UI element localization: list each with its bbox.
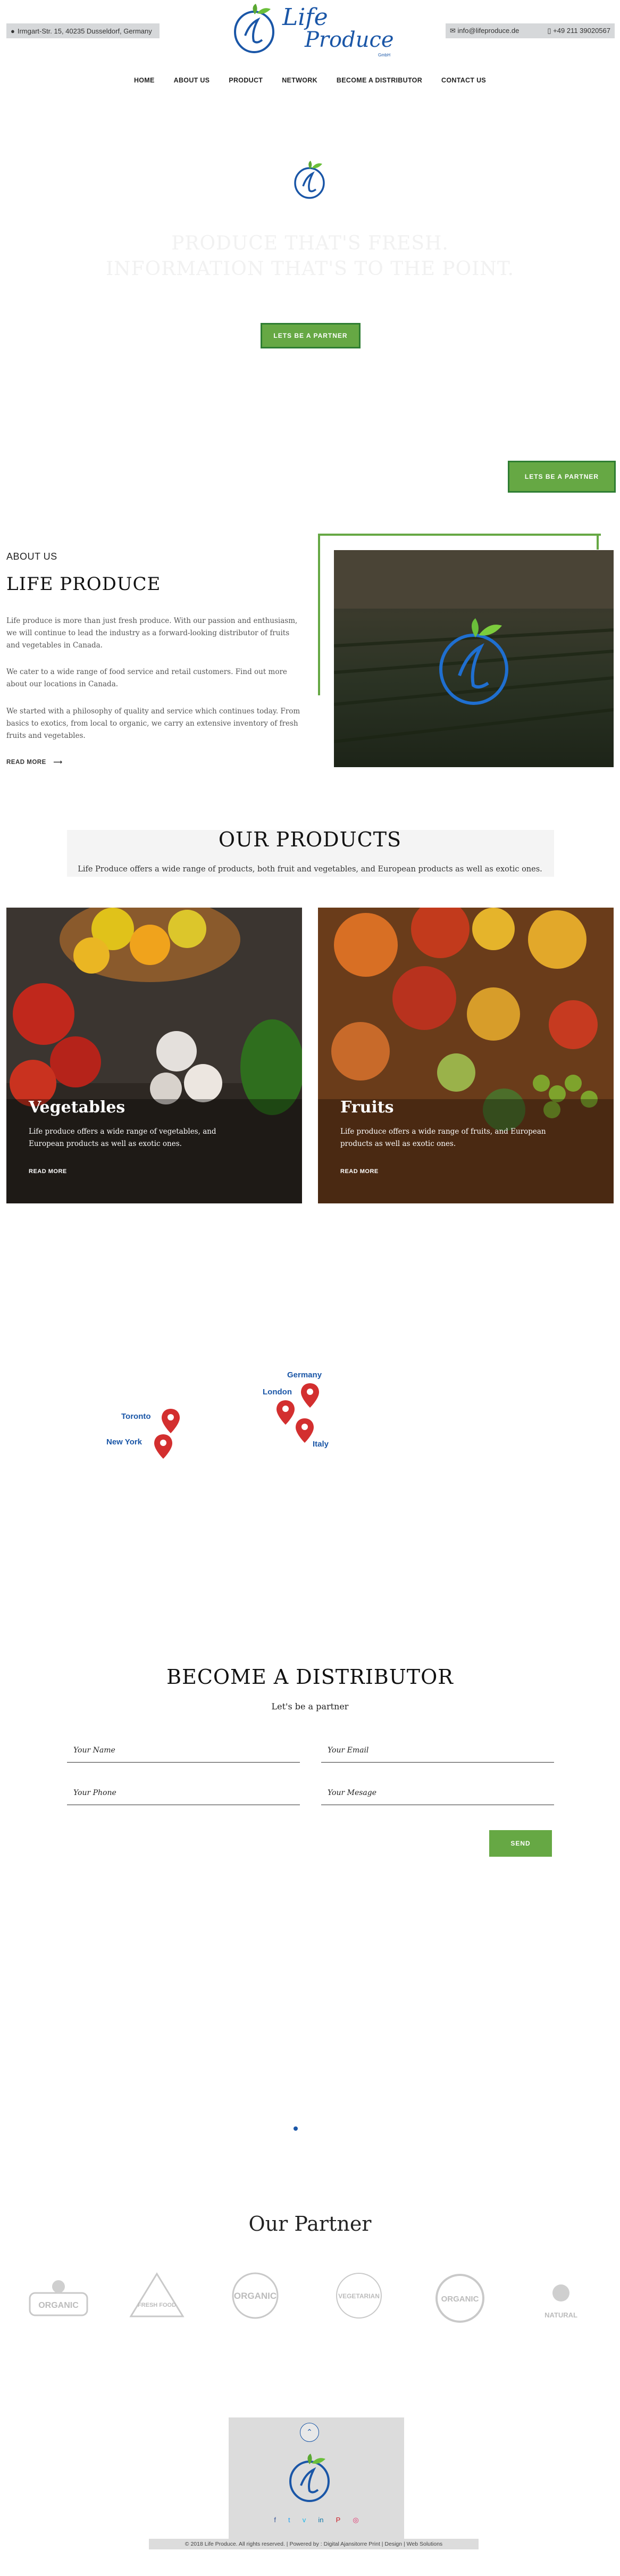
vegetables-image [6,908,302,1203]
map-pin-icon[interactable] [154,1434,172,1459]
product-card-fruits[interactable]: Fruits Life produce offers a wide range … [318,908,614,1203]
products-subtitle: Life Produce offers a wide range of prod… [78,865,542,874]
partner-logo-4-text: VEGETARIAN [338,2292,380,2300]
nav-distributor[interactable]: BECOME A DISTRIBUTOR [337,77,422,84]
floating-partner-button[interactable]: LETS BE A PARTNER [508,461,616,493]
pin-label-toronto: Toronto [121,1412,151,1421]
map-marker-icon: ● [11,27,15,35]
partner-logo-6-text: NATURAL [544,2311,577,2319]
hero-heading-line1: PRODUCE THAT'S FRESH. [171,232,449,254]
about-title: LIFE PRODUCE [6,574,161,595]
partner-logo-2[interactable]: FRESH FOOD [128,2272,186,2320]
fruits-image [318,908,614,1203]
email-text: info@lifeproduce.de [457,27,520,35]
partner-logo-3[interactable]: ORGANIC [223,2272,287,2320]
facebook-icon[interactable]: f [274,2516,276,2524]
hero-partner-button[interactable]: LETS BE A PARTNER [261,323,361,348]
fruits-text: Life produce offers a wide range of frui… [340,1127,546,1148]
phone-field[interactable]: Your Phone [67,1783,300,1805]
vimeo-icon[interactable]: v [303,2516,306,2524]
contact-box: ✉ info@lifeproduce.de ▯ +49 211 39020567 [446,23,615,38]
network-map: Toronto New York London Germany Italy [0,1341,620,1500]
partner-logo-6[interactable]: NATURAL [526,2272,596,2325]
email-field-placeholder: Your Email [328,1746,369,1755]
partner-logo-1-text: ORGANIC [38,2301,79,2310]
pin-label-new-york: New York [106,1437,142,1447]
site-logo[interactable]: Life Produce GmbH [230,3,394,61]
main-nav: HOME ABOUT US PRODUCT NETWORK BECOME A D… [0,77,620,84]
about-paragraph-3: We started with a philosophy of quality … [6,707,300,740]
instagram-icon[interactable]: ◎ [353,2516,358,2524]
envelope-icon: ✉ [450,27,456,35]
carousel-dot[interactable] [294,2126,298,2131]
pin-label-germany: Germany [287,1370,322,1380]
social-links: f t v in P ◎ [250,2514,383,2524]
pinterest-icon[interactable]: P [336,2516,341,2524]
about-read-more[interactable]: READ MORE ⟶ [6,758,62,766]
arrow-right-icon: ⟶ [53,759,63,766]
vegetables-read-more[interactable]: READ MORE [29,1168,67,1175]
address-box: ● Irmgart-Str. 15, 40235 Dusseldorf, Ger… [6,23,160,38]
partner-logos: ORGANIC FRESH FOOD ORGANIC VEGETARIAN OR… [21,2272,601,2325]
distributor-title: BECOME A DISTRIBUTOR [166,1665,454,1689]
phone-icon: ▯ [547,27,551,35]
nav-home[interactable]: HOME [134,77,155,84]
nav-contact[interactable]: CONTACT US [441,77,486,84]
email-field[interactable]: Your Email [321,1741,554,1763]
partner-logo-1[interactable]: ORGANIC [27,2272,90,2320]
fruits-title: Fruits [340,1098,394,1117]
about-read-more-label: READ MORE [6,759,46,766]
vineyard-illustration [333,550,614,743]
phone-field-placeholder: Your Phone [73,1789,116,1797]
vegetables-title: Vegetables [29,1098,125,1117]
products-title: OUR PRODUCTS [218,828,402,851]
product-card-vegetables[interactable]: Vegetables Life produce offers a wide ra… [6,908,302,1203]
address-text: Irmgart-Str. 15, 40235 Dusseldorf, Germa… [17,27,152,35]
back-to-top-button[interactable]: ⌃ [300,2423,319,2442]
footer-logo[interactable] [286,2449,334,2503]
about-kicker: ABOUT US [6,551,57,562]
name-field-placeholder: Your Name [73,1746,115,1755]
hero-logo-emblem [291,157,329,200]
chevron-up-icon: ⌃ [306,2428,313,2437]
message-field-placeholder: Your Mesage [328,1789,377,1797]
map-pin-icon[interactable] [296,1418,314,1443]
fruits-read-more[interactable]: READ MORE [340,1168,379,1175]
hero-heading: PRODUCE THAT'S FRESH. INFORMATION THAT'S… [0,231,620,282]
partner-logo-3-text: ORGANIC [234,2291,277,2301]
nav-network[interactable]: NETWORK [282,77,317,84]
footer-copyright: © 2018 Life Produce. All rights reserved… [149,2539,479,2549]
partner-logo-5-text: ORGANIC [441,2295,479,2304]
vineyard-image [333,550,614,767]
frame-corner [597,534,599,550]
email-link[interactable]: ✉ info@lifeproduce.de [450,27,519,35]
message-field[interactable]: Your Mesage [321,1783,554,1805]
nav-about[interactable]: ABOUT US [174,77,210,84]
vegetables-text: Life produce offers a wide range of vege… [29,1127,216,1148]
partner-logo-2-text: FRESH FOOD [138,2302,176,2308]
map-pin-icon[interactable] [301,1383,319,1408]
phone-link[interactable]: ▯ +49 211 39020567 [547,27,610,35]
hero-heading-line2: INFORMATION THAT'S TO THE POINT. [105,258,515,280]
map-pin-icon[interactable] [162,1409,180,1433]
partners-title: Our Partner [248,2212,372,2236]
logo-sub: GmbH [378,53,391,57]
name-field[interactable]: Your Name [67,1741,300,1763]
pin-label-london: London [263,1387,292,1397]
partner-logo-5[interactable]: ORGANIC [431,2272,489,2325]
map-pin-icon[interactable] [277,1400,295,1425]
about-paragraph-2: We cater to a wide range of food service… [6,668,287,688]
distributor-subtitle: Let's be a partner [271,1701,349,1711]
pin-label-italy: Italy [313,1440,329,1449]
linkedin-icon[interactable]: in [318,2516,323,2524]
phone-text: +49 211 39020567 [553,27,610,35]
nav-product[interactable]: PRODUCT [229,77,263,84]
logo-word-life: Life [282,4,328,31]
send-button[interactable]: SEND [489,1830,552,1857]
partner-logo-4[interactable]: VEGETARIAN [324,2272,393,2320]
logo-word-produce: Produce [305,28,394,52]
twitter-icon[interactable]: t [288,2516,290,2524]
about-paragraph-1: Life produce is more than just fresh pro… [6,617,298,650]
